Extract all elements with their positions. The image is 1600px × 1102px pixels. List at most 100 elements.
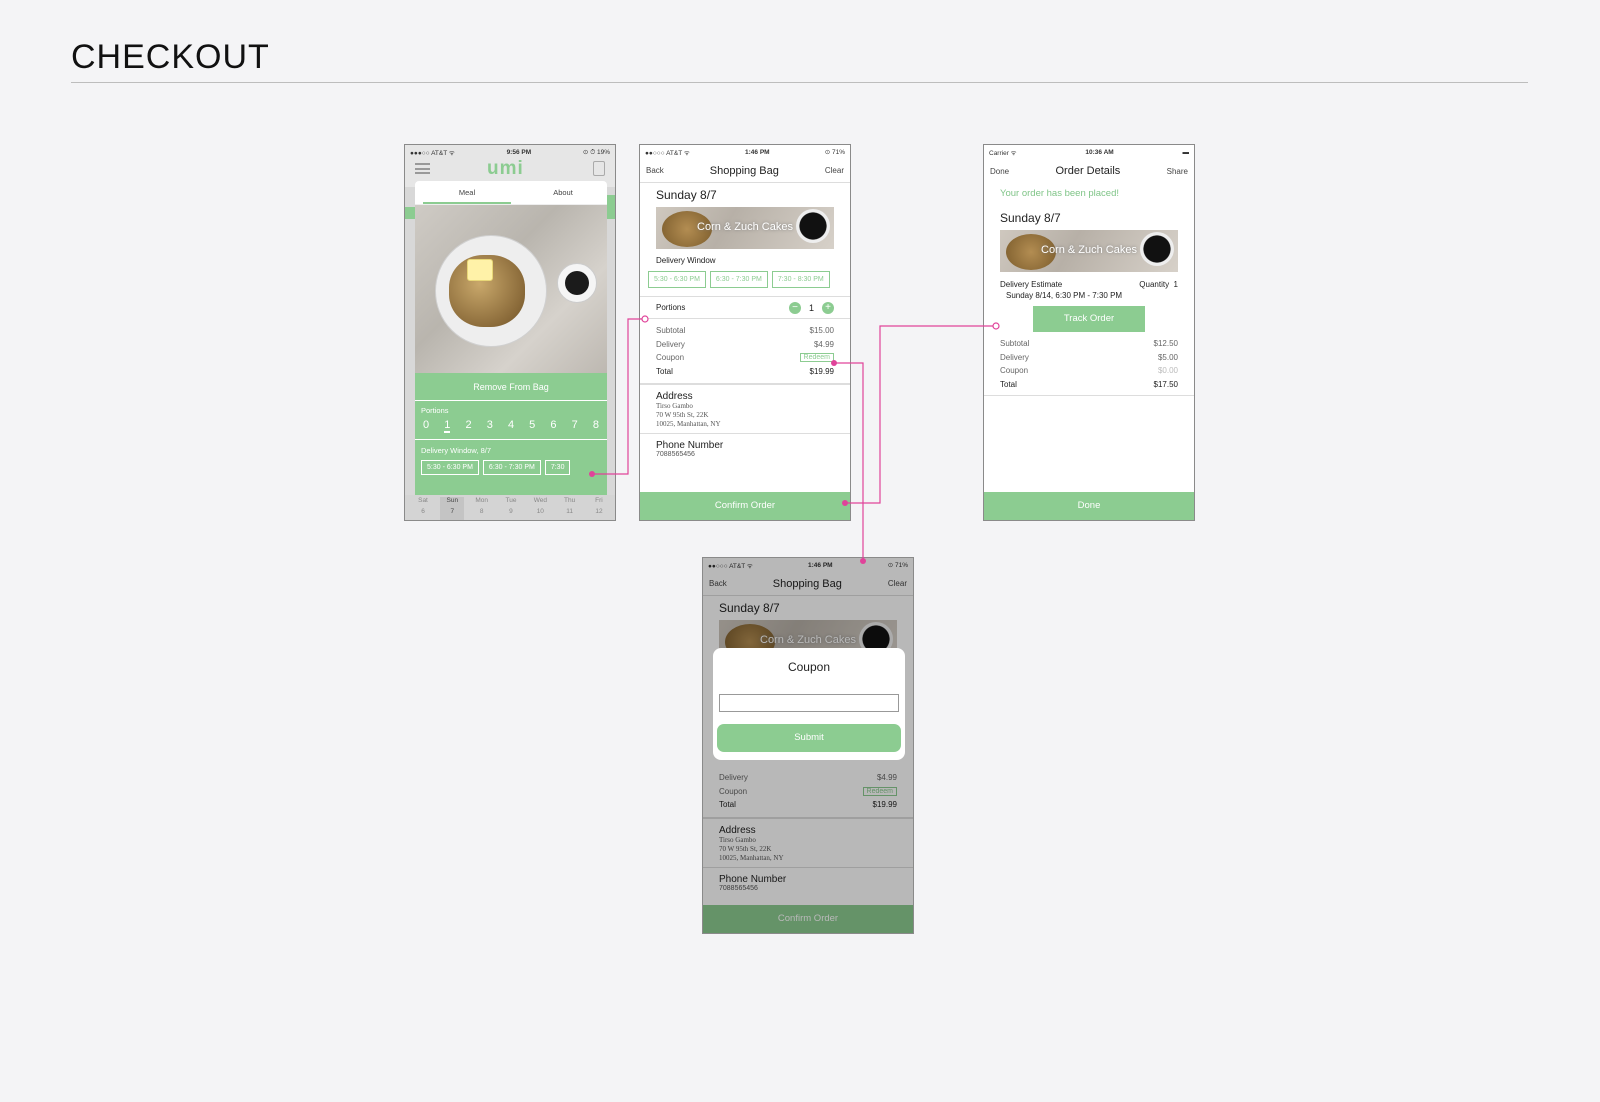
share-button[interactable]: Share: [1167, 167, 1188, 176]
submit-button[interactable]: Submit: [717, 724, 901, 752]
day-option[interactable]: Sun 7: [440, 497, 465, 520]
estimate-label: Delivery Estimate: [1000, 280, 1063, 289]
total-label: Total: [1000, 379, 1017, 389]
day-name: Mon: [475, 497, 488, 504]
delivery-label: Delivery: [656, 339, 685, 349]
day-option[interactable]: Thu 11: [558, 497, 582, 520]
delivery-window-label: Delivery Window: [656, 256, 716, 265]
slot-option[interactable]: 5:30 - 6:30 PM: [648, 271, 706, 288]
delivery-slots: 5:30 - 6:30 PM 6:30 - 7:30 PM 7:30: [415, 455, 607, 475]
slot-option[interactable]: 6:30 - 7:30 PM: [709, 271, 768, 288]
connector-confirm-to-order: [845, 325, 996, 504]
status-carrier: ●●○○○ AT&T ᯤ: [645, 149, 690, 157]
slot-option[interactable]: 5:30 - 6:30 PM: [421, 460, 479, 475]
nav-title: Shopping Bag: [709, 164, 779, 177]
status-battery: ⊙ 71%: [824, 149, 845, 156]
order-details-screen: Carrier ᯤ 10:36 AM ▬ Done Order Details …: [983, 144, 1195, 521]
estimate-row: Delivery Estimate Quantity 1: [984, 272, 1194, 289]
portion-option[interactable]: 3: [487, 419, 493, 433]
tab-meal[interactable]: Meal: [423, 181, 511, 204]
coupon-modal: Coupon Submit: [713, 648, 905, 760]
app-logo: umi: [487, 158, 524, 179]
meal-banner: Corn & Zuch Cakes: [1000, 230, 1178, 272]
address-section[interactable]: Address Tirso Gambo 70 W 95th St, 22K 10…: [640, 383, 850, 433]
phone-section[interactable]: Phone Number 7088565456: [640, 433, 850, 458]
coupon-screen: ●●○○○ AT&T ᯤ 1:46 PM ⊙ 71% Back Shopping…: [702, 557, 914, 934]
phone-label: Phone Number: [656, 440, 724, 451]
day-option[interactable]: Sat 6: [411, 497, 435, 520]
delivery-slots: 5:30 - 6:30 PM 6:30 - 7:30 PM 7:30 - 8:3…: [640, 265, 850, 288]
meal-name: Corn & Zuch Cakes: [1041, 244, 1137, 256]
day-name: Sun: [446, 497, 459, 504]
shopping-bag-icon[interactable]: [593, 161, 605, 176]
minus-icon[interactable]: −: [788, 301, 801, 314]
meal-photo: [415, 205, 607, 373]
day-selector: Sat 6 Sun 7 Mon 8 Tue 9 Wed 10 Thu 11 Fri 12: [405, 495, 615, 520]
confirm-order-button[interactable]: Confirm Order: [640, 492, 850, 520]
price-summary: Subtotal $15.00 Delivery $4.99 Coupon Redee…: [640, 318, 850, 378]
coupon-title: Coupon: [787, 660, 831, 674]
clear-button[interactable]: Clear: [825, 166, 844, 175]
portion-option[interactable]: 5: [529, 419, 535, 433]
delivery-label: Delivery: [1000, 352, 1029, 362]
page-title: CHECKOUT: [71, 38, 270, 76]
total-label: Total: [656, 366, 673, 376]
day-option[interactable]: Wed 10: [528, 497, 552, 520]
slot-option[interactable]: 7:30: [544, 460, 571, 475]
portion-option[interactable]: 6: [550, 419, 556, 433]
back-button[interactable]: Back: [646, 166, 664, 175]
portions-label: Portions: [656, 303, 686, 312]
portion-stepper: − 1 +: [788, 301, 834, 314]
status-bar: ●●○○○ AT&T ᯤ 1:46 PM ⊙ 71%: [640, 145, 850, 159]
done-nav-button[interactable]: Done: [990, 167, 1009, 176]
delivery-value: $4.99: [813, 339, 834, 349]
portion-option[interactable]: 0: [423, 419, 429, 433]
portion-option[interactable]: 1: [444, 419, 451, 433]
hamburger-menu-icon[interactable]: [415, 163, 430, 174]
total-value: $19.99: [809, 366, 834, 376]
remove-from-bag-button[interactable]: Remove From Bag: [415, 373, 607, 401]
day-option[interactable]: Fri 12: [587, 497, 611, 520]
nav-bar: Back Shopping Bag Clear: [640, 159, 850, 183]
portion-option[interactable]: 2: [465, 419, 471, 433]
address-line: 70 W 95th St, 22K: [656, 411, 709, 419]
status-bar: Carrier ᯤ 10:36 AM ▬: [984, 145, 1194, 159]
done-button[interactable]: Done: [984, 492, 1194, 520]
status-time: 9:56 PM: [506, 148, 532, 156]
status-bar: ●●●○○ AT&T ᯤ 9:56 PM ⊙ ⏱ 19%: [405, 145, 615, 159]
delivery-window-label: Delivery Window, 8/7: [415, 439, 607, 455]
redeem-button[interactable]: Redeem: [799, 353, 834, 363]
day-number: 7: [450, 508, 455, 515]
day-number: 6: [421, 508, 425, 515]
day-number: 8: [479, 508, 484, 515]
order-date: Sunday 8/7: [656, 188, 717, 202]
meal-card: Meal About Remove From Bag Portions 0 12 3…: [415, 181, 607, 509]
coupon-input[interactable]: [719, 694, 899, 712]
phone-value: 7088565456: [656, 451, 695, 458]
portion-option[interactable]: 8: [593, 419, 599, 433]
coupon-label: Coupon: [656, 353, 685, 363]
plus-icon[interactable]: +: [822, 301, 834, 314]
meal-name: Corn & Zuch Cakes: [697, 221, 793, 233]
track-order-button[interactable]: Track Order: [1033, 306, 1145, 332]
day-name: Thu: [564, 497, 576, 504]
meal-tabs: Meal About: [415, 181, 607, 205]
day-name: Fri: [595, 497, 603, 504]
portion-option[interactable]: 7: [572, 419, 578, 433]
portion-option[interactable]: 4: [508, 419, 514, 433]
day-option[interactable]: Mon 8: [470, 497, 494, 520]
quantity-value: 1: [1173, 280, 1178, 289]
slot-option[interactable]: 6:30 - 7:30 PM: [482, 460, 541, 475]
slot-option[interactable]: 7:30 - 8:30 PM: [771, 271, 830, 288]
coffee: [565, 271, 589, 295]
quantity-label: Quantity: [1139, 280, 1170, 289]
day-name: Tue: [505, 497, 517, 504]
status-time: 10:36 AM: [1085, 148, 1114, 156]
price-summary: Subtotal $12.50 Delivery $5.00 Coupon $0.00…: [984, 332, 1194, 396]
day-option[interactable]: Tue 9: [499, 497, 523, 520]
portion-picker[interactable]: 0 12 3 4 5 6 7 8: [415, 415, 607, 433]
tab-about[interactable]: About: [519, 181, 607, 204]
nav-title: Order Details: [1055, 165, 1121, 177]
estimate-value: Sunday 8/14, 6:30 PM - 7:30 PM: [1006, 291, 1123, 300]
portions-label: Portions: [421, 406, 449, 415]
